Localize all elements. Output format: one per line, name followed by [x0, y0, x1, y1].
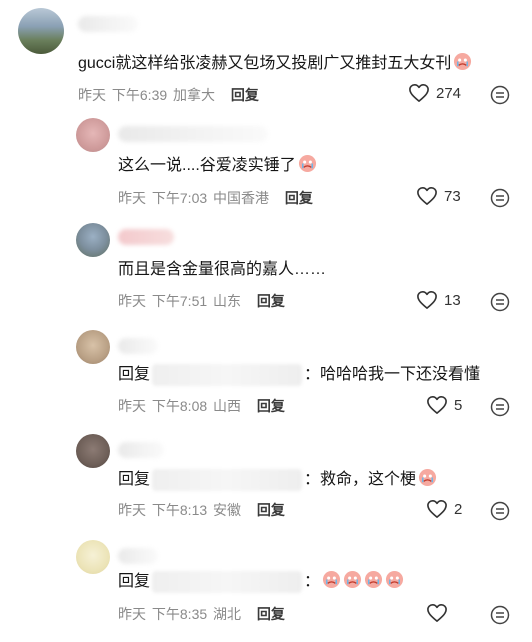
comment-body: 这么一说....谷爱凌实锤了: [118, 157, 296, 174]
avatar[interactable]: [76, 118, 110, 152]
avatar[interactable]: [76, 434, 110, 468]
comment-3: 而且是含金量很高的嘉人…… 昨天 下午7:51 山东 回复 13: [0, 217, 532, 322]
comment-text[interactable]: 回复 ：哈哈哈我一下还没看懂: [118, 364, 480, 386]
comment-meta: 昨天 下午7:03 中国香港 回复: [118, 188, 315, 208]
reply-button[interactable]: 回复: [257, 398, 285, 414]
comment-body: ：: [304, 573, 321, 590]
avatar[interactable]: [18, 8, 64, 54]
avatar[interactable]: [76, 223, 110, 257]
mentioned-user-blurred[interactable]: [152, 570, 303, 593]
like-button[interactable]: 274: [408, 83, 461, 103]
comment-date: 昨天: [118, 190, 146, 206]
comment-time: 下午7:51: [151, 293, 208, 309]
like-button[interactable]: [426, 603, 454, 623]
reply-prefix: 回复: [118, 366, 151, 384]
username-blurred[interactable]: [118, 442, 164, 458]
crying-face-icon: [343, 570, 362, 589]
heart-outline-icon: [427, 396, 447, 414]
username-blurred[interactable]: [118, 229, 174, 245]
more-options-icon[interactable]: [490, 397, 510, 417]
reply-prefix: 回复: [118, 573, 151, 590]
comment-location: 中国香港: [213, 190, 270, 206]
comment-location: 山西: [213, 398, 242, 414]
comment-time: 下午8:08: [151, 398, 208, 414]
comment-date: 昨天: [78, 87, 106, 103]
comment-body: ：哈哈哈我一下还没看懂: [304, 366, 481, 384]
more-options-icon[interactable]: [490, 605, 510, 625]
mentioned-user-blurred[interactable]: [152, 364, 303, 386]
like-count: 274: [436, 84, 462, 102]
heart-outline-icon: [417, 291, 437, 309]
reply-button[interactable]: 回复: [257, 502, 285, 518]
reply-button[interactable]: 回复: [257, 293, 285, 309]
heart-outline-icon: [417, 187, 437, 205]
more-options-icon[interactable]: [490, 292, 510, 312]
comment-body: 而且是含金量很高的嘉人……: [118, 261, 327, 278]
like-count: 73: [444, 187, 461, 205]
username-blurred[interactable]: [78, 16, 138, 32]
comment-text[interactable]: 这么一说....谷爱凌实锤了: [118, 154, 317, 177]
comment-meta: 昨天 下午8:08 山西 回复: [118, 396, 287, 416]
heart-outline-icon: [409, 84, 429, 102]
comment-meta: 昨天 下午6:39 加拿大 回复: [78, 85, 261, 105]
more-options-icon[interactable]: [490, 85, 510, 105]
comment-text[interactable]: 而且是含金量很高的嘉人……: [118, 259, 326, 281]
crying-face-icon: [385, 570, 404, 589]
reply-prefix: 回复: [118, 471, 151, 488]
like-button[interactable]: 2: [426, 499, 462, 519]
like-count: 2: [454, 500, 463, 518]
comment-time: 下午8:13: [151, 502, 208, 518]
crying-face-icon: [298, 154, 316, 173]
comment-time: 下午6:39: [111, 87, 168, 103]
crying-face-icon: [454, 52, 472, 71]
username-blurred[interactable]: [118, 126, 268, 142]
comment-5: 回复 ：救命，这个梗 昨天 下午8:13 安徽 回复 2: [0, 428, 532, 534]
comment-location: 山东: [213, 293, 242, 309]
more-options-icon[interactable]: [490, 501, 510, 521]
username-blurred[interactable]: [118, 338, 158, 354]
like-count: 13: [444, 291, 461, 309]
mentioned-user-blurred[interactable]: [152, 468, 303, 491]
comment-date: 昨天: [118, 502, 146, 518]
comment-date: 昨天: [118, 398, 146, 414]
comment-location: 湖北: [213, 606, 242, 622]
like-button[interactable]: 5: [426, 395, 462, 415]
comment-1: gucci就这样给张凌赫又包场又投剧广又推封五大女刊 昨天 下午6:39 加拿大…: [0, 0, 532, 112]
reply-button[interactable]: 回复: [231, 87, 259, 103]
comment-text[interactable]: gucci就这样给张凌赫又包场又投剧广又推封五大女刊: [78, 52, 472, 75]
like-button[interactable]: 73: [416, 186, 461, 206]
reply-button[interactable]: 回复: [285, 190, 313, 206]
heart-outline-icon: [427, 500, 447, 518]
like-button[interactable]: 13: [416, 290, 461, 310]
comment-text[interactable]: 回复 ：: [118, 570, 404, 593]
comment-6: 回复 ： 昨天 下午8:35 湖北 回复: [0, 534, 532, 642]
crying-face-icon: [322, 570, 341, 589]
comment-time: 下午8:35: [151, 606, 208, 622]
avatar[interactable]: [76, 540, 110, 574]
comment-meta: 昨天 下午7:51 山东 回复: [118, 291, 287, 311]
avatar[interactable]: [76, 330, 110, 364]
crying-face-icon: [364, 570, 383, 589]
comment-body: ：救命，这个梗: [304, 471, 417, 488]
more-options-icon[interactable]: [490, 188, 510, 208]
comment-time: 下午7:03: [151, 190, 208, 206]
like-count: 5: [454, 396, 463, 414]
comment-2: 这么一说....谷爱凌实锤了 昨天 下午7:03 中国香港 回复 73: [0, 112, 532, 217]
comment-meta: 昨天 下午8:35 湖北 回复: [118, 604, 287, 624]
comment-date: 昨天: [118, 293, 146, 309]
heart-outline-icon: [427, 604, 447, 622]
comment-location: 安徽: [213, 502, 242, 518]
comment-location: 加拿大: [173, 87, 216, 103]
comment-4: 回复 ：哈哈哈我一下还没看懂 昨天 下午8:08 山西 回复 5: [0, 322, 532, 428]
comment-body: gucci就这样给张凌赫又包场又投剧广又推封五大女刊: [78, 55, 452, 72]
reply-button[interactable]: 回复: [257, 606, 285, 622]
comment-meta: 昨天 下午8:13 安徽 回复: [118, 500, 287, 520]
comment-date: 昨天: [118, 606, 146, 622]
crying-face-icon: [418, 468, 437, 487]
comment-text[interactable]: 回复 ：救命，这个梗: [118, 468, 437, 491]
username-blurred[interactable]: [118, 548, 158, 564]
